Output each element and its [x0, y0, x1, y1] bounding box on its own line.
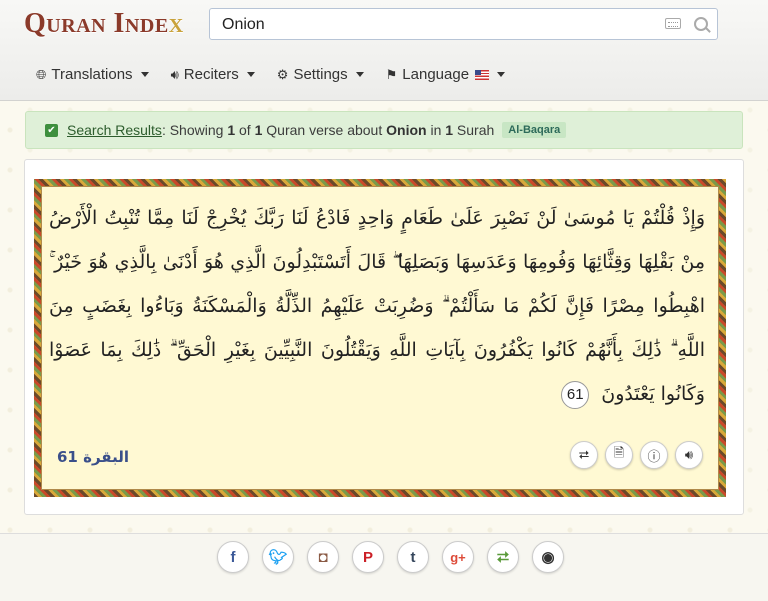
- social-links: f 🐦︎ ◘ P t g+ ⮂ ◉: [217, 541, 564, 573]
- speaker-icon: 🔊︎: [170, 66, 179, 82]
- chevron-down-icon: [497, 72, 506, 77]
- speaker-icon[interactable]: 🔊︎: [675, 441, 703, 469]
- chevron-down-icon: [246, 72, 255, 77]
- ayah-number: 61: [561, 381, 590, 409]
- pinterest-icon[interactable]: P: [352, 541, 384, 573]
- search-input[interactable]: [222, 15, 652, 35]
- twitter-icon[interactable]: 🐦︎: [262, 541, 294, 573]
- nav-reciters[interactable]: 🔊︎ Reciters: [171, 66, 255, 83]
- check-icon: ✔: [45, 123, 58, 137]
- google-plus-icon[interactable]: g+: [442, 541, 474, 573]
- facebook-icon[interactable]: f: [217, 541, 249, 573]
- main-nav: 🌐︎ Translations 🔊︎ Reciters ⚙ Settings ⚑…: [36, 66, 527, 83]
- github-icon[interactable]: ◉: [532, 541, 564, 573]
- site-header: Quran Index 🌐︎ Translations 🔊︎ Reciters …: [0, 0, 768, 101]
- verse-frame: وَإِذْ قُلْتُمْ يَا مُوسَىٰ لَنْ نَصْبِر…: [34, 179, 726, 497]
- search-results-alert: ✔ Search Results : Showing 1 of 1 Quran …: [25, 111, 743, 149]
- share-icon[interactable]: ⮂: [487, 541, 519, 573]
- verse-reference[interactable]: البقرة 61: [57, 448, 129, 466]
- flag-icon: ⚑: [385, 66, 398, 82]
- chevron-down-icon: [355, 72, 364, 77]
- us-flag-icon: [475, 69, 490, 80]
- verse-card: وَإِذْ قُلْتُمْ يَا مُوسَىٰ لَنْ نَصْبِر…: [24, 159, 744, 515]
- share-icon[interactable]: ⮂: [570, 441, 598, 469]
- search-results-link[interactable]: Search Results: [67, 122, 162, 138]
- tumblr-icon[interactable]: t: [397, 541, 429, 573]
- site-logo[interactable]: Quran Index: [24, 8, 184, 40]
- verse-actions: ⮂ 🗎︎ ⓘ 🔊︎: [570, 441, 703, 469]
- keyboard-icon[interactable]: [665, 18, 681, 29]
- search-icon[interactable]: [694, 17, 708, 31]
- chevron-down-icon: [140, 72, 149, 77]
- globe-icon: 🌐︎: [36, 66, 47, 82]
- gear-icon: ⚙: [276, 66, 289, 82]
- nav-translations[interactable]: 🌐︎ Translations: [36, 66, 149, 83]
- search-box[interactable]: [209, 8, 718, 40]
- instagram-icon[interactable]: ◘: [307, 541, 339, 573]
- info-icon[interactable]: ⓘ: [640, 441, 668, 469]
- surah-badge[interactable]: Al-Baqara: [502, 122, 567, 138]
- verse-text: وَإِذْ قُلْتُمْ يَا مُوسَىٰ لَنْ نَصْبِر…: [49, 196, 705, 416]
- nav-language[interactable]: ⚑ Language: [385, 66, 506, 83]
- nav-settings[interactable]: ⚙ Settings: [277, 66, 364, 83]
- pdf-icon[interactable]: 🗎︎: [605, 441, 633, 469]
